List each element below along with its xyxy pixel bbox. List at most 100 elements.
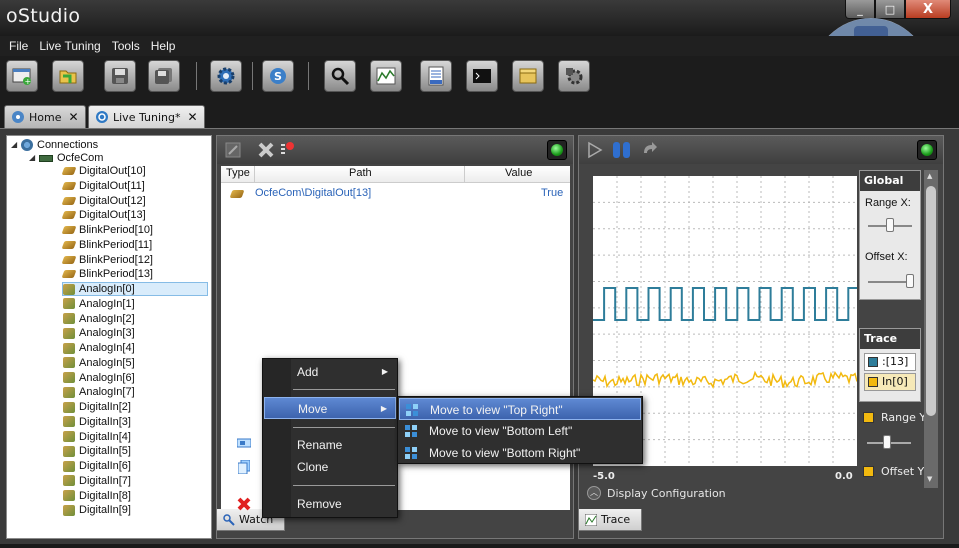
tree-item[interactable]: DigitalIn[6] bbox=[63, 459, 131, 473]
watch-variable-icon[interactable] bbox=[279, 141, 295, 159]
tree-item[interactable]: BlinkPeriod[13] bbox=[61, 267, 153, 281]
edit-icon[interactable] bbox=[225, 142, 241, 158]
tree-item-label: DigitalIn[6] bbox=[79, 460, 131, 472]
maximize-button[interactable]: □ bbox=[875, 0, 905, 19]
step-icon[interactable] bbox=[641, 141, 659, 159]
menu-item-remove[interactable]: Remove bbox=[237, 493, 396, 515]
minimize-button[interactable]: _ bbox=[845, 0, 875, 19]
svg-text:S: S bbox=[274, 70, 282, 83]
tree-item[interactable]: DigitalIn[7] bbox=[63, 474, 131, 488]
tree-item-label: AnalogIn[0] bbox=[79, 283, 135, 295]
log-icon[interactable] bbox=[420, 60, 452, 92]
tree-item[interactable]: DigitalOut[11] bbox=[61, 179, 145, 193]
save-icon[interactable] bbox=[104, 60, 136, 92]
range-y-thumb[interactable] bbox=[883, 435, 891, 449]
tab-live-tuning-close-icon[interactable]: ✕ bbox=[187, 110, 197, 124]
new-project-icon[interactable]: + bbox=[6, 60, 38, 92]
menu-item-rename[interactable]: Rename bbox=[236, 434, 396, 456]
menu-item-move-bottom-right[interactable]: Move to view "Bottom Right" bbox=[399, 442, 641, 464]
toolbar-separator bbox=[196, 62, 197, 90]
tree-item[interactable]: DigitalOut[12] bbox=[61, 194, 146, 208]
collapse-icon[interactable]: ◢ bbox=[11, 138, 21, 152]
input-signal-icon bbox=[63, 298, 75, 310]
view-layout-icon bbox=[406, 404, 418, 416]
tree-item[interactable]: BlinkPeriod[12] bbox=[61, 253, 153, 267]
menu-tools[interactable]: Tools bbox=[112, 36, 140, 56]
scroll-down-icon[interactable]: ▼ bbox=[927, 475, 932, 483]
menu-item-move-bottom-left[interactable]: Move to view "Bottom Left" bbox=[399, 420, 641, 442]
tree-item[interactable]: AnalogIn[4] bbox=[63, 341, 135, 355]
tree-item[interactable]: DigitalOut[13] bbox=[61, 208, 146, 222]
trace-entry-digital[interactable]: :[13] bbox=[864, 353, 916, 371]
tree-item[interactable]: DigitalOut[10] bbox=[61, 164, 146, 178]
tree-item[interactable]: DigitalIn[9] bbox=[63, 503, 131, 517]
settings-gear-icon[interactable] bbox=[210, 60, 242, 92]
menu-file[interactable]: File bbox=[9, 36, 28, 56]
tree-item[interactable]: DigitalIn[8] bbox=[63, 489, 131, 503]
tree-item[interactable]: AnalogIn[7] bbox=[63, 385, 135, 399]
plugin-icon[interactable] bbox=[558, 60, 590, 92]
tree-node-connections[interactable]: ◢ Connections bbox=[11, 138, 98, 152]
menu-help[interactable]: Help bbox=[151, 36, 176, 56]
tree-item[interactable]: DigitalIn[4] bbox=[63, 430, 131, 444]
tree-item[interactable]: AnalogIn[3] bbox=[63, 326, 135, 340]
tree-item[interactable]: AnalogIn[6] bbox=[63, 371, 135, 385]
tab-home[interactable]: Home ✕ bbox=[4, 105, 86, 128]
tree-item[interactable]: DigitalIn[3] bbox=[63, 415, 131, 429]
tree-item-label: AnalogIn[1] bbox=[79, 297, 135, 310]
tree-item[interactable]: AnalogIn[1] bbox=[63, 297, 135, 311]
tree-item-label: DigitalOut[10] bbox=[79, 165, 146, 177]
menu-item-add[interactable]: Add ▶ bbox=[264, 361, 396, 383]
tree-node-device[interactable]: ◢ OcfeCom bbox=[29, 151, 103, 165]
terminal-icon[interactable] bbox=[466, 60, 498, 92]
column-path[interactable]: Path bbox=[349, 167, 372, 179]
close-button[interactable]: X bbox=[905, 0, 951, 19]
scroll-up-icon[interactable]: ▲ bbox=[927, 172, 932, 180]
menu-item-clone[interactable]: Clone bbox=[237, 456, 396, 478]
menu-item-move-top-right[interactable]: Move to view "Top Right" bbox=[399, 398, 641, 420]
menu-separator bbox=[293, 389, 395, 390]
pause-icon[interactable] bbox=[611, 140, 633, 160]
trace-side-scrollbar[interactable]: ▲ ▼ bbox=[924, 170, 938, 488]
tree-item[interactable]: DigitalIn[2] bbox=[63, 400, 131, 414]
tree-item-label: DigitalIn[5] bbox=[79, 445, 131, 458]
tree-item[interactable]: AnalogIn[0] bbox=[62, 282, 208, 296]
trace-color-swatch bbox=[868, 357, 878, 367]
tab-trace[interactable]: Trace bbox=[578, 509, 642, 531]
menu-live-tuning[interactable]: Live Tuning bbox=[39, 36, 100, 56]
tree-item[interactable]: AnalogIn[5] bbox=[63, 356, 135, 370]
tree-item[interactable]: DigitalIn[5] bbox=[63, 444, 131, 458]
table-row[interactable]: OcfeCom\DigitalOut[13] True bbox=[221, 186, 570, 202]
trace-title: Trace bbox=[860, 329, 920, 349]
menu-item-move[interactable]: Move ▶ bbox=[264, 397, 396, 419]
tab-home-close-icon[interactable]: ✕ bbox=[68, 110, 78, 124]
delete-icon[interactable] bbox=[257, 141, 275, 159]
connection-icon[interactable]: S bbox=[262, 60, 294, 92]
chart-icon[interactable] bbox=[370, 60, 402, 92]
column-value[interactable]: Value bbox=[505, 167, 532, 179]
scrollbar-thumb[interactable] bbox=[926, 186, 936, 416]
range-x-thumb[interactable] bbox=[886, 218, 894, 232]
tree-item[interactable]: BlinkPeriod[11] bbox=[61, 238, 152, 252]
x-min-label: -5.0 bbox=[593, 471, 615, 482]
trace-entry-analog[interactable]: In[0] bbox=[864, 373, 916, 391]
package-icon[interactable] bbox=[512, 60, 544, 92]
display-configuration-toggle[interactable]: ︿ Display Configuration bbox=[587, 486, 726, 500]
range-y-color-icon bbox=[863, 412, 874, 423]
tab-live-tuning[interactable]: Live Tuning* ✕ bbox=[88, 105, 205, 128]
menu-item-label: Move to view "Bottom Right" bbox=[429, 446, 581, 460]
offset-x-thumb[interactable] bbox=[906, 274, 914, 288]
open-folder-icon[interactable] bbox=[52, 60, 84, 92]
column-type[interactable]: Type bbox=[226, 167, 250, 179]
input-signal-icon bbox=[63, 283, 75, 295]
tree-item-label: DigitalOut[11] bbox=[79, 179, 145, 192]
search-icon[interactable] bbox=[324, 60, 356, 92]
connections-icon bbox=[21, 139, 33, 151]
save-all-icon[interactable] bbox=[148, 60, 180, 92]
live-tuning-icon bbox=[96, 111, 108, 123]
tree-item[interactable]: BlinkPeriod[10] bbox=[61, 223, 153, 237]
tree-item[interactable]: AnalogIn[2] bbox=[63, 312, 135, 326]
play-icon[interactable] bbox=[587, 141, 603, 159]
clone-icon bbox=[237, 459, 251, 475]
collapse-icon[interactable]: ◢ bbox=[29, 151, 39, 165]
